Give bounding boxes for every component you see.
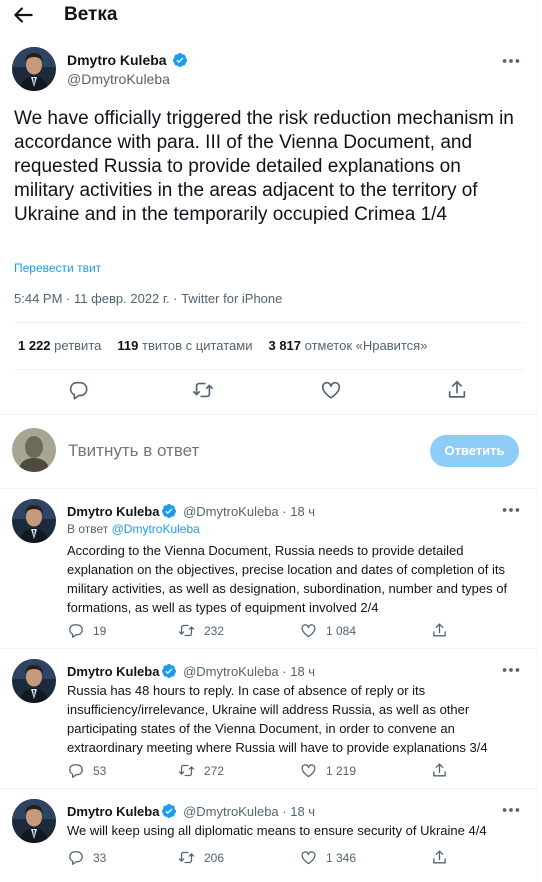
quotes-stat[interactable]: 119 твитов с цитатами	[117, 338, 252, 353]
tweet-text: We will keep using all diplomatic means …	[67, 823, 487, 838]
tweet-actions: 19 232 1 084	[67, 622, 467, 642]
reply-tweet[interactable]: Dmytro Kuleba @DmytroKuleba · 18 ч В отв…	[0, 488, 538, 648]
retweet-action[interactable]: 232	[178, 622, 224, 642]
retweet-icon[interactable]	[192, 379, 214, 401]
verified-badge-icon	[172, 52, 188, 68]
author-name[interactable]: Dmytro Kuleba	[67, 804, 159, 819]
like-action[interactable]: 1 346	[300, 849, 356, 869]
reply-input[interactable]	[68, 441, 398, 461]
retweets-stat[interactable]: 1 222 ретвита	[18, 338, 101, 353]
author-name[interactable]: Dmytro Kuleba	[67, 664, 159, 679]
author-name[interactable]: Dmytro Kuleba	[67, 52, 188, 68]
reply-count: 33	[93, 851, 107, 865]
divider	[14, 322, 524, 323]
share-icon[interactable]	[446, 379, 468, 401]
share-action[interactable]	[431, 622, 457, 642]
replying-to-link[interactable]: @DmytroKuleba	[112, 522, 200, 536]
more-dots-icon[interactable]	[500, 499, 522, 521]
like-action[interactable]: 1 219	[300, 762, 356, 782]
tweet-actions: 33 206 1 346	[67, 849, 467, 869]
retweet-count: 272	[204, 764, 225, 778]
share-action[interactable]	[431, 849, 457, 869]
more-dots-icon[interactable]	[500, 659, 522, 681]
reply-count: 19	[93, 624, 107, 638]
reply-action[interactable]: 33	[67, 849, 106, 869]
author-handle[interactable]: @DmytroKuleba · 18 ч	[183, 664, 315, 679]
retweet-count: 206	[204, 851, 225, 865]
tweet-header: Dmytro Kuleba @DmytroKuleba · 18 ч	[67, 503, 315, 519]
tweet-actions: 53 272 1 219	[67, 762, 467, 782]
divider	[14, 369, 524, 370]
replying-to-label: В ответ	[67, 522, 109, 536]
like-count: 1 084	[326, 624, 357, 638]
verified-badge-icon	[161, 503, 177, 519]
retweet-count: 232	[204, 624, 225, 638]
more-dots-icon[interactable]	[500, 50, 522, 72]
avatar[interactable]	[12, 499, 56, 543]
author-handle[interactable]: @DmytroKuleba · 18 ч	[183, 504, 315, 519]
like-action[interactable]: 1 084	[300, 622, 356, 642]
tweet-stats: 1 222 ретвита 119 твитов с цитатами 3 817 …	[18, 338, 427, 353]
tweet-text: According to the Vienna Document, Russia…	[67, 543, 508, 615]
avatar[interactable]	[12, 47, 56, 91]
tweet-header: Dmytro Kuleba @DmytroKuleba · 18 ч	[67, 663, 315, 679]
tweet-meta[interactable]: 5:44 PM · 11 февр. 2022 г. · Twitter for…	[14, 291, 282, 306]
verified-badge-icon	[161, 663, 177, 679]
reply-tweet[interactable]: Dmytro Kuleba @DmytroKuleba · 18 ч Russi…	[0, 648, 538, 788]
reply-action[interactable]: 53	[67, 762, 106, 782]
retweet-action[interactable]: 206	[178, 849, 224, 869]
like-count: 1 219	[326, 764, 357, 778]
author-handle[interactable]: @DmytroKuleba	[67, 71, 170, 87]
reply-button[interactable]: Ответить	[430, 435, 519, 467]
share-action[interactable]	[431, 762, 457, 782]
reply-count: 53	[93, 764, 107, 778]
reply-action[interactable]: 19	[67, 622, 106, 642]
verified-badge-icon	[161, 803, 177, 819]
likes-stat[interactable]: 3 817 отметок «Нравится»	[268, 338, 427, 353]
author-name[interactable]: Dmytro Kuleba	[67, 504, 159, 519]
translate-link[interactable]: Перевести твит	[14, 261, 101, 275]
tweet-text: We have officially triggered the risk re…	[14, 108, 514, 225]
replying-to: В ответ @DmytroKuleba	[67, 522, 200, 536]
author-handle[interactable]: @DmytroKuleba · 18 ч	[183, 804, 315, 819]
page-title: Ветка	[64, 4, 118, 25]
avatar[interactable]	[12, 799, 56, 843]
avatar[interactable]	[12, 659, 56, 703]
like-count: 1 346	[326, 851, 357, 865]
divider	[0, 414, 538, 415]
thread-column: Ветка Dmytro Kuleba @DmytroKuleba We hav…	[0, 0, 538, 882]
header: Ветка	[0, 0, 538, 32]
arrow-left-icon[interactable]	[10, 2, 36, 28]
tweet-text: Russia has 48 hours to reply. In case of…	[67, 683, 488, 755]
more-dots-icon[interactable]	[500, 799, 522, 821]
reply-bubble-icon[interactable]	[67, 379, 89, 401]
tweet-header: Dmytro Kuleba @DmytroKuleba · 18 ч	[67, 803, 315, 819]
author-name-text[interactable]: Dmytro Kuleba	[67, 52, 167, 68]
user-avatar[interactable]	[12, 428, 56, 472]
reply-tweet[interactable]: Dmytro Kuleba @DmytroKuleba · 18 ч We wi…	[0, 788, 538, 882]
heart-icon[interactable]	[320, 379, 342, 401]
retweet-action[interactable]: 272	[178, 762, 224, 782]
